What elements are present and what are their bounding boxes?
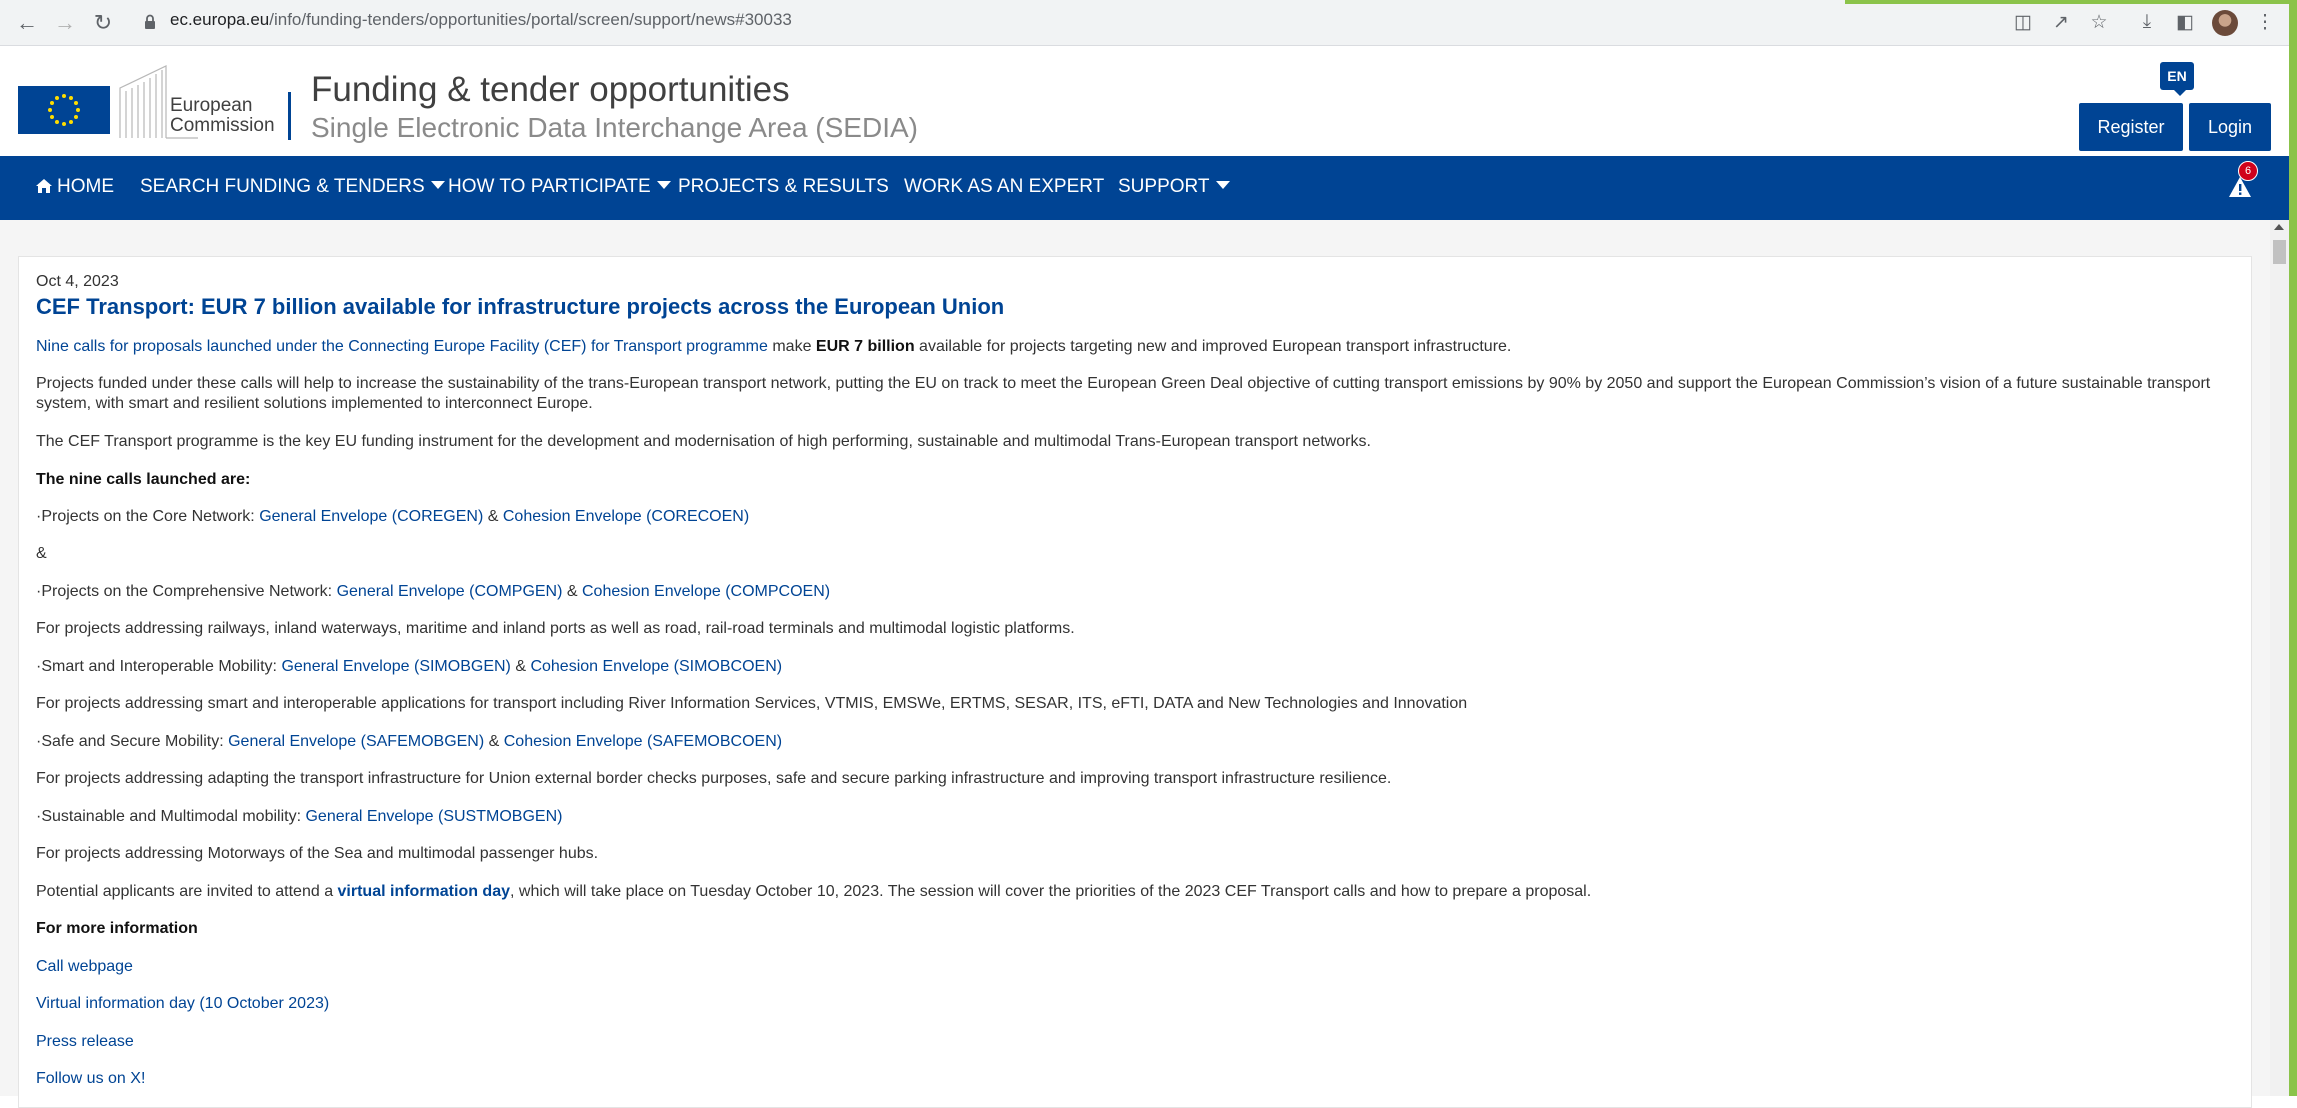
nav-how-to-participate[interactable]: HOW TO PARTICIPATE: [448, 176, 671, 198]
nav-search-label: SEARCH FUNDING & TENDERS: [140, 176, 425, 197]
link-corecoen[interactable]: Cohesion Envelope (CORECOEN): [503, 508, 749, 525]
nav-participate-label: HOW TO PARTICIPATE: [448, 176, 651, 197]
news-title: CEF Transport: EUR 7 billion available f…: [36, 294, 1005, 319]
url-domain: ec.europa.eu: [170, 10, 270, 29]
paragraph-programme: The CEF Transport programme is the key E…: [36, 433, 1371, 450]
intro-make: make: [767, 338, 816, 355]
ec-wordmark-line1: European: [170, 95, 253, 116]
nav-work-as-expert[interactable]: WORK AS AN EXPERT: [904, 176, 1104, 198]
news-date: Oct 4, 2023: [36, 273, 119, 290]
ampersand-line: &: [36, 545, 47, 562]
home-icon: [36, 179, 52, 193]
side-panel-icon[interactable]: ◧: [2172, 9, 2198, 35]
ec-wordmark-line2: Commission: [170, 115, 275, 136]
profile-avatar[interactable]: [2212, 10, 2238, 36]
translate-icon[interactable]: ◫: [2010, 9, 2036, 35]
intro-link[interactable]: Nine calls for proposals launched under …: [36, 338, 768, 355]
ec-wordmark[interactable]: European Commission: [170, 96, 275, 136]
link-simobgen[interactable]: General Envelope (SIMOBGEN): [281, 658, 510, 675]
lock-icon: [145, 14, 155, 29]
safe-description: For projects addressing adapting the tra…: [36, 770, 1392, 787]
link-safemobcoen[interactable]: Cohesion Envelope (SAFEMOBCOEN): [504, 733, 782, 750]
link-safemobgen[interactable]: General Envelope (SAFEMOBGEN): [228, 733, 484, 750]
call-sustainable: ·Sustainable and Multimodal mobility: Ge…: [36, 807, 2236, 827]
login-button[interactable]: Login: [2189, 103, 2271, 151]
menu-icon[interactable]: ⋮: [2252, 9, 2278, 35]
scrollbar[interactable]: [2270, 220, 2289, 1096]
link-sustmobgen[interactable]: General Envelope (SUSTMOBGEN): [305, 808, 562, 825]
intro-paragraph: Nine calls for proposals launched under …: [36, 337, 2236, 357]
link-follow-x[interactable]: Follow us on X!: [36, 1070, 145, 1087]
browser-toolbar: ← → ↻ ec.europa.eu/info/funding-tenders/…: [0, 0, 2297, 46]
download-icon[interactable]: ⤓: [2134, 9, 2160, 35]
link-press-release[interactable]: Press release: [36, 1033, 134, 1050]
link-coregen[interactable]: General Envelope (COREGEN): [259, 508, 483, 525]
window-edge-right: [2289, 0, 2297, 1096]
site-subtitle: Single Electronic Data Interchange Area …: [311, 112, 918, 143]
call-safe: ·Safe and Secure Mobility: General Envel…: [36, 732, 2236, 752]
alert-count-badge: 6: [2238, 161, 2258, 181]
amp: &: [484, 733, 504, 750]
back-icon[interactable]: ←: [12, 8, 42, 38]
comp-prefix: ·Projects on the Comprehensive Network:: [36, 583, 337, 600]
register-button[interactable]: Register: [2079, 103, 2183, 151]
amp: &: [510, 658, 531, 675]
nav-home-label: HOME: [57, 176, 114, 197]
call-comprehensive: ·Projects on the Comprehensive Network: …: [36, 582, 2236, 602]
safe-prefix: ·Safe and Secure Mobility:: [36, 733, 229, 750]
sust-prefix: ·Sustainable and Multimodal mobility:: [36, 808, 306, 825]
reload-icon[interactable]: ↻: [88, 8, 118, 38]
calls-heading: The nine calls launched are:: [36, 471, 251, 488]
header-divider: [288, 92, 291, 140]
info-pre: Potential applicants are invited to atte…: [36, 883, 338, 900]
smart-prefix: ·Smart and Interoperable Mobility:: [36, 658, 282, 675]
language-selector[interactable]: EN: [2160, 62, 2194, 96]
comp-description: For projects addressing railways, inland…: [36, 620, 1075, 637]
share-icon[interactable]: ↗: [2048, 9, 2074, 35]
scroll-up-arrow[interactable]: [2274, 224, 2284, 230]
eu-flag: [18, 86, 110, 134]
nav-search-funding[interactable]: SEARCH FUNDING & TENDERS: [140, 176, 445, 198]
site-title[interactable]: Funding & tender opportunities: [311, 70, 790, 110]
info-post: , which will take place on Tuesday Octob…: [510, 883, 1592, 900]
scrollbar-thumb[interactable]: [2273, 240, 2286, 264]
main-nav: HOME SEARCH FUNDING & TENDERS HOW TO PAR…: [0, 156, 2289, 220]
link-call-webpage[interactable]: Call webpage: [36, 958, 133, 975]
chevron-down-icon: [1215, 181, 1230, 189]
smart-description: For projects addressing smart and intero…: [36, 695, 1468, 712]
link-virtual-info-day-date[interactable]: Virtual information day (10 October 2023…: [36, 995, 329, 1012]
sust-description: For projects addressing Motorways of the…: [36, 845, 599, 862]
intro-rest: available for projects targeting new and…: [914, 338, 1512, 355]
call-smart: ·Smart and Interoperable Mobility: Gener…: [36, 657, 2236, 677]
url-text[interactable]: ec.europa.eu/info/funding-tenders/opport…: [170, 10, 792, 30]
window-edge-top: [1845, 0, 2297, 4]
nav-projects-results[interactable]: PROJECTS & RESULTS: [678, 176, 889, 198]
amp: &: [483, 508, 503, 525]
chevron-down-icon: [430, 181, 445, 189]
star-icon[interactable]: ☆: [2086, 9, 2112, 35]
link-compgen[interactable]: General Envelope (COMPGEN): [337, 583, 563, 600]
chevron-down-icon: [656, 181, 671, 189]
intro-amount: EUR 7 billion: [815, 338, 915, 355]
nav-support-label: SUPPORT: [1118, 176, 1210, 197]
link-compcoen[interactable]: Cohesion Envelope (COMPCOEN): [582, 583, 830, 600]
nav-support[interactable]: SUPPORT: [1118, 176, 1230, 198]
core-prefix: ·Projects on the Core Network:: [36, 508, 260, 525]
url-path: /info/funding-tenders/opportunities/port…: [269, 10, 792, 29]
amp: &: [562, 583, 582, 600]
link-virtual-info-day[interactable]: virtual information day: [338, 883, 510, 900]
link-simobcoen[interactable]: Cohesion Envelope (SIMOBCOEN): [530, 658, 782, 675]
nav-home[interactable]: HOME: [35, 176, 114, 198]
paragraph-sustainability: Projects funded under these calls will h…: [36, 375, 2211, 412]
more-info-heading: For more information: [36, 920, 198, 937]
forward-icon[interactable]: →: [50, 8, 80, 38]
info-day-paragraph: Potential applicants are invited to atte…: [36, 882, 2236, 902]
call-core: ·Projects on the Core Network: General E…: [36, 507, 2236, 527]
